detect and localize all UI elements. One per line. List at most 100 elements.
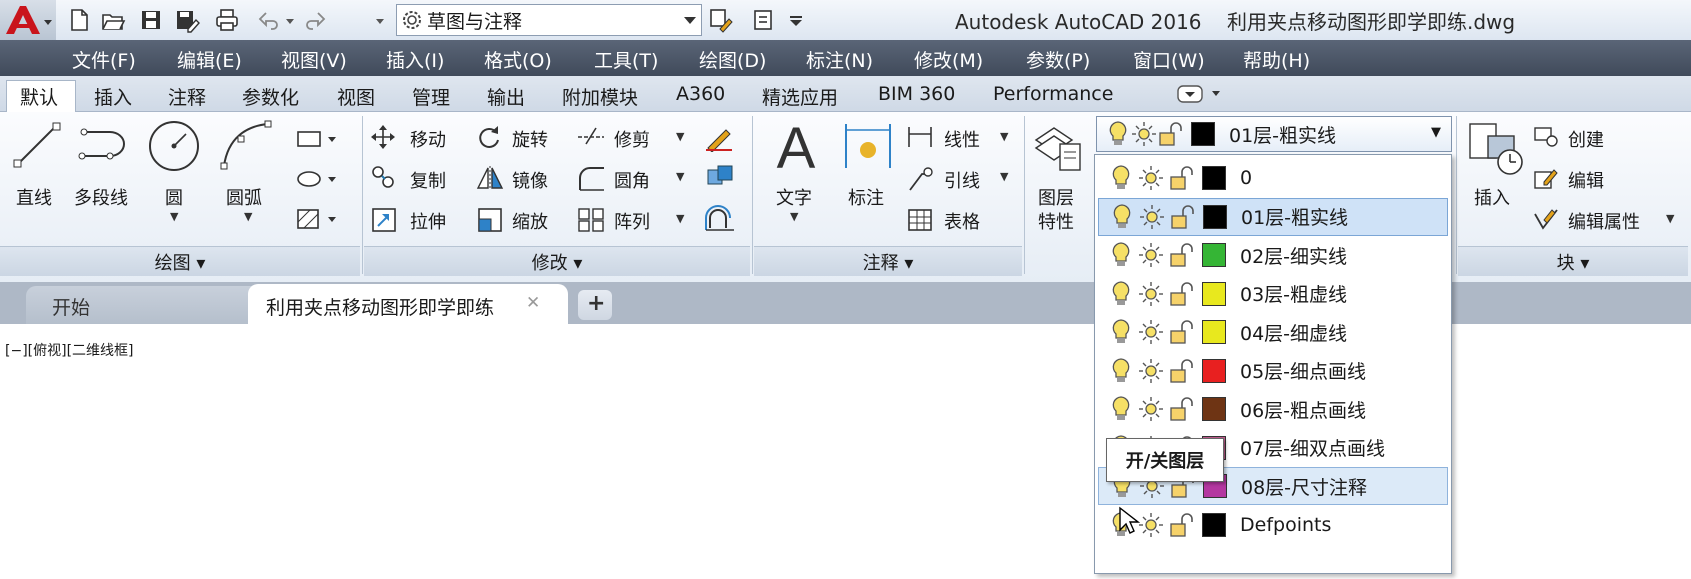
draw-panel-footer[interactable]: 绘图 ▾: [0, 246, 360, 276]
sun-icon[interactable]: [1138, 510, 1164, 540]
layer-color-swatch[interactable]: [1203, 204, 1227, 229]
menu-format[interactable]: 格式(O): [484, 46, 552, 73]
menu-parametric[interactable]: 参数(P): [1026, 46, 1090, 73]
layer-color-swatch[interactable]: [1202, 320, 1226, 344]
edit-attributes-dropdown-icon[interactable]: ▼: [1666, 212, 1674, 225]
stretch-label[interactable]: 拉伸: [410, 208, 446, 234]
unlock-icon[interactable]: [1168, 163, 1194, 193]
menu-dimension[interactable]: 标注(N): [806, 46, 873, 73]
layer-color-swatch[interactable]: [1202, 397, 1226, 421]
customize-quick-access-icon[interactable]: [786, 7, 806, 33]
tab-start[interactable]: 开始: [26, 286, 262, 324]
layer-row[interactable]: 03层-粗虚线: [1098, 275, 1448, 313]
ribbon-tab-bim360[interactable]: BIM 360: [878, 83, 955, 105]
edit-attributes-icon[interactable]: [1532, 206, 1560, 234]
linear-label[interactable]: 线性: [944, 126, 980, 152]
mirror-icon[interactable]: [476, 164, 504, 192]
layer-properties-icon[interactable]: [1032, 118, 1084, 174]
create-label[interactable]: 创建: [1568, 126, 1604, 152]
rotate-icon[interactable]: [476, 124, 502, 150]
circle-icon[interactable]: [146, 118, 202, 174]
sun-icon[interactable]: [1138, 356, 1164, 386]
trim-dropdown-icon[interactable]: ▼: [676, 130, 684, 143]
array-label[interactable]: 阵列: [614, 208, 650, 234]
ribbon-tab-insert[interactable]: 插入: [94, 83, 132, 110]
menu-view[interactable]: 视图(V): [281, 46, 347, 73]
move-label[interactable]: 移动: [410, 126, 446, 152]
new-tab-button[interactable]: +: [578, 290, 612, 320]
unlock-icon[interactable]: [1169, 202, 1195, 232]
fillet-icon[interactable]: [576, 164, 606, 192]
edit-label[interactable]: 编辑: [1568, 167, 1604, 193]
arc-icon[interactable]: [218, 118, 274, 174]
share-icon[interactable]: [750, 7, 776, 33]
mirror-label[interactable]: 镜像: [512, 167, 548, 193]
unlock-icon[interactable]: [1168, 510, 1194, 540]
layer-row[interactable]: Defpoints: [1098, 506, 1448, 544]
scale-icon[interactable]: [476, 206, 504, 234]
layer-color-swatch[interactable]: [1202, 166, 1226, 190]
menu-file[interactable]: 文件(F): [72, 46, 136, 73]
menu-draw[interactable]: 绘图(D): [699, 46, 766, 73]
viewport-controls[interactable]: [−][俯视][二维线框]: [5, 340, 134, 360]
redo-dropdown-icon[interactable]: [372, 7, 388, 33]
application-menu-button[interactable]: [0, 0, 56, 40]
ribbon-tab-performance[interactable]: Performance: [993, 83, 1113, 105]
unlock-icon[interactable]: [1168, 240, 1194, 270]
stretch-icon[interactable]: [370, 206, 398, 234]
light-bulb-icon[interactable]: [1108, 240, 1134, 270]
new-file-icon[interactable]: [66, 7, 92, 33]
layer-color-swatch[interactable]: [1202, 512, 1226, 537]
copy-icon[interactable]: [370, 164, 398, 192]
light-bulb-icon[interactable]: [1108, 279, 1134, 309]
leader-dropdown-icon[interactable]: ▼: [1000, 170, 1008, 183]
open-file-icon[interactable]: [100, 7, 126, 33]
sun-icon[interactable]: [1138, 163, 1164, 193]
trim-label[interactable]: 修剪: [614, 126, 650, 152]
layer-row[interactable]: 0: [1098, 159, 1448, 197]
ribbon-tab-a360[interactable]: A360: [676, 83, 725, 105]
hatch-icon[interactable]: [294, 206, 338, 232]
explode-icon[interactable]: [704, 162, 736, 192]
sun-icon[interactable]: [1138, 394, 1164, 424]
sun-icon[interactable]: [1138, 240, 1164, 270]
save-as-icon[interactable]: [174, 7, 200, 33]
annotation-panel-footer[interactable]: 注释 ▾: [754, 246, 1022, 276]
menu-insert[interactable]: 插入(I): [386, 46, 444, 73]
layer-row[interactable]: 01层-粗实线: [1098, 197, 1448, 236]
scale-label[interactable]: 缩放: [512, 208, 548, 234]
ribbon-minimize-icon[interactable]: [1176, 82, 1226, 106]
sun-icon[interactable]: [1139, 202, 1165, 232]
circle-dropdown-icon[interactable]: ▼: [170, 210, 178, 223]
layer-selector[interactable]: 01层-粗实线 ▼: [1096, 116, 1452, 152]
unlock-icon[interactable]: [1168, 356, 1194, 386]
dimension-icon[interactable]: [840, 118, 896, 174]
hatch-ellipse-icon[interactable]: [294, 166, 338, 192]
trim-icon[interactable]: [576, 124, 606, 150]
erase-icon[interactable]: [704, 122, 734, 152]
save-icon[interactable]: [138, 7, 164, 33]
polyline-icon[interactable]: [76, 118, 136, 172]
ribbon-tab-annotate[interactable]: 注释: [168, 83, 206, 110]
light-bulb-icon[interactable]: [1109, 202, 1135, 232]
redo-icon[interactable]: [302, 7, 328, 33]
create-block-icon[interactable]: [1532, 124, 1560, 150]
ribbon-tab-manage[interactable]: 管理: [412, 83, 450, 110]
modify-panel-footer[interactable]: 修改 ▾: [364, 246, 750, 276]
array-dropdown-icon[interactable]: ▼: [676, 212, 684, 225]
close-icon[interactable]: ✕: [526, 293, 540, 313]
ribbon-tab-view[interactable]: 视图: [337, 83, 375, 110]
print-icon[interactable]: [214, 7, 240, 33]
layer-color-swatch[interactable]: [1202, 243, 1226, 267]
sun-icon[interactable]: [1138, 317, 1164, 347]
ribbon-tab-parametric[interactable]: 参数化: [242, 83, 299, 110]
ribbon-tab-featured-apps[interactable]: 精选应用: [762, 83, 838, 110]
move-icon[interactable]: [370, 124, 396, 150]
light-bulb-icon[interactable]: [1108, 317, 1134, 347]
unlock-icon[interactable]: [1168, 317, 1194, 347]
table-icon[interactable]: [906, 206, 934, 234]
ribbon-tab-addins[interactable]: 附加模块: [562, 83, 638, 110]
match-properties-icon[interactable]: [708, 7, 734, 33]
leader-icon[interactable]: [906, 164, 934, 192]
edit-block-icon[interactable]: [1532, 164, 1560, 192]
